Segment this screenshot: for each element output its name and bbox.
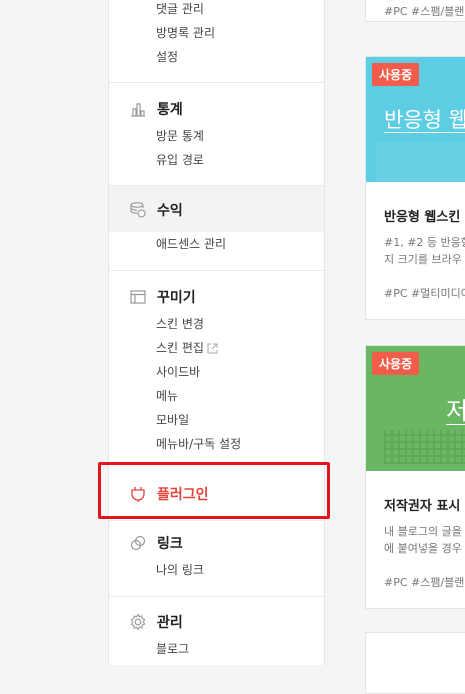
bar-chart-icon <box>129 100 147 118</box>
plugin-card[interactable] <box>365 632 465 694</box>
thumbnail-text: 저 <box>446 391 465 426</box>
layout-icon <box>129 288 147 306</box>
admin-sidebar: 댓글 관리 방명록 관리 설정 통계 방문 통계 유입 경로 수익 애드센스 관… <box>108 0 325 665</box>
plugin-card[interactable]: 저 사용중 저작권자 표시 내 블로그의 글을 에 붙여넣을 경우 #PC #스… <box>365 345 465 609</box>
card-title: 반응형 웹스킨 <box>384 210 461 225</box>
sidebar-item-referrer[interactable]: 유입 경로 <box>156 152 204 168</box>
section-title: 꾸미기 <box>157 290 196 306</box>
section-title: 수익 <box>157 203 183 219</box>
card-tags: #PC #멀티미디어 <box>384 287 465 300</box>
sidebar-item-comments[interactable]: 댓글 관리 <box>156 1 204 17</box>
card-desc-line: 에 붙여넣을 경우 <box>384 542 462 555</box>
sidebar-item-menubar[interactable]: 메뉴바/구독 설정 <box>156 436 241 452</box>
section-decor[interactable]: 꾸미기 <box>129 286 196 308</box>
card-desc-line: 지 크기를 브라우 <box>384 253 462 266</box>
sidebar-item-settings[interactable]: 설정 <box>156 49 178 65</box>
divider <box>109 82 324 83</box>
highlight-box <box>98 462 330 519</box>
thumbnail-decoration <box>376 143 465 181</box>
sidebar-item-my-links[interactable]: 나의 링크 <box>156 562 204 578</box>
sidebar-item-menu[interactable]: 메뉴 <box>156 388 178 404</box>
link-icon <box>129 534 147 552</box>
divider <box>109 270 324 271</box>
section-title: 링크 <box>157 536 183 552</box>
card-desc-line: 내 블로그의 글을 <box>384 525 462 538</box>
sidebar-item-mobile[interactable]: 모바일 <box>156 412 189 428</box>
section-revenue[interactable]: 수익 <box>129 199 183 221</box>
coins-icon <box>129 201 147 219</box>
thumbnail-decoration <box>384 430 465 464</box>
sidebar-item-blog[interactable]: 블로그 <box>156 641 189 657</box>
sidebar-item-sidebar[interactable]: 사이드바 <box>156 364 200 380</box>
sidebar-item-guestbook[interactable]: 방명록 관리 <box>156 25 215 41</box>
sidebar-item-visit-stats[interactable]: 방문 통계 <box>156 128 204 144</box>
sidebar-item-adsense[interactable]: 애드센스 관리 <box>156 236 226 252</box>
sidebar-item-skin-edit[interactable]: 스킨 편집 <box>156 340 218 358</box>
divider <box>109 596 324 597</box>
gear-icon <box>129 613 147 631</box>
section-stats[interactable]: 통계 <box>129 98 183 120</box>
sidebar-item-skin-change[interactable]: 스킨 변경 <box>156 316 204 332</box>
section-title: 관리 <box>157 615 183 631</box>
sidebar-item-label: 스킨 편집 <box>156 341 204 355</box>
thumbnail-text: 반응형 웹 <box>384 108 465 132</box>
status-badge: 사용중 <box>372 63 420 86</box>
section-link[interactable]: 링크 <box>129 532 183 554</box>
section-manage[interactable]: 관리 <box>129 611 183 633</box>
card-tags: #PC #스팸/블랜 <box>384 576 465 589</box>
card-tags: #PC #스팸/블랜 <box>384 5 465 18</box>
plugin-card[interactable]: 반응형 웹 사용중 반응형 웹스킨 #1, #2 등 반응형 지 크기를 브라우… <box>365 56 465 320</box>
section-title: 통계 <box>157 102 183 118</box>
card-title: 저작권자 표시 <box>384 499 461 514</box>
status-badge: 사용중 <box>372 352 420 375</box>
plugin-card[interactable]: #PC #스팸/블랜 <box>365 0 465 22</box>
card-desc-line: #1, #2 등 반응형 <box>384 236 465 249</box>
external-link-icon <box>207 342 218 358</box>
divider <box>109 520 324 521</box>
